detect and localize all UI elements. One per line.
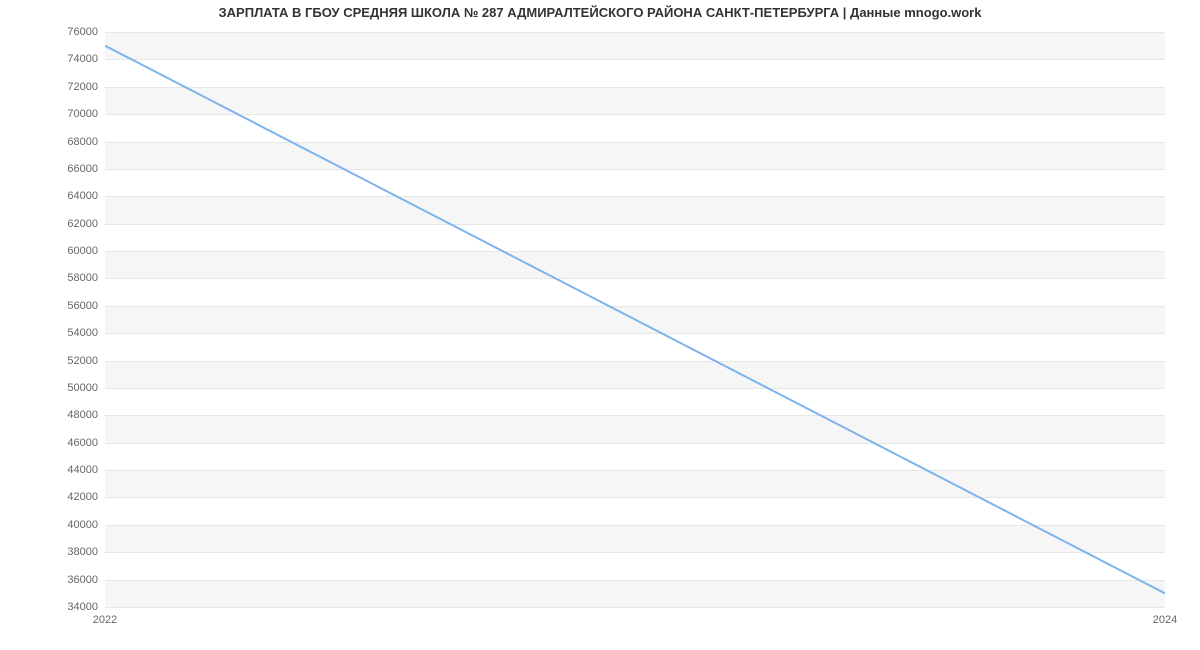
y-tick-label: 66000 <box>8 163 98 175</box>
y-tick-label: 74000 <box>8 53 98 65</box>
y-tick-label: 60000 <box>8 245 98 257</box>
chart-container: ЗАРПЛАТА В ГБОУ СРЕДНЯЯ ШКОЛА № 287 АДМИ… <box>0 0 1200 650</box>
y-tick-label: 62000 <box>8 218 98 230</box>
x-tick-label: 2024 <box>1153 614 1177 626</box>
y-tick-label: 64000 <box>8 190 98 202</box>
y-tick-label: 76000 <box>8 26 98 38</box>
y-tick-label: 50000 <box>8 382 98 394</box>
x-tick-label: 2022 <box>93 614 117 626</box>
y-tick-label: 38000 <box>8 546 98 558</box>
chart-title: ЗАРПЛАТА В ГБОУ СРЕДНЯЯ ШКОЛА № 287 АДМИ… <box>0 5 1200 20</box>
y-tick-label: 54000 <box>8 327 98 339</box>
y-tick-label: 46000 <box>8 437 98 449</box>
y-gridline <box>105 607 1165 608</box>
y-tick-label: 52000 <box>8 355 98 367</box>
y-tick-label: 48000 <box>8 409 98 421</box>
line-series <box>105 32 1165 607</box>
y-tick-label: 72000 <box>8 81 98 93</box>
y-tick-label: 70000 <box>8 108 98 120</box>
plot-area <box>105 32 1165 607</box>
y-tick-label: 58000 <box>8 272 98 284</box>
y-tick-label: 44000 <box>8 464 98 476</box>
y-tick-label: 42000 <box>8 491 98 503</box>
series-line <box>105 46 1165 594</box>
y-tick-label: 34000 <box>8 601 98 613</box>
y-tick-label: 36000 <box>8 574 98 586</box>
y-tick-label: 56000 <box>8 300 98 312</box>
y-tick-label: 40000 <box>8 519 98 531</box>
y-tick-label: 68000 <box>8 136 98 148</box>
